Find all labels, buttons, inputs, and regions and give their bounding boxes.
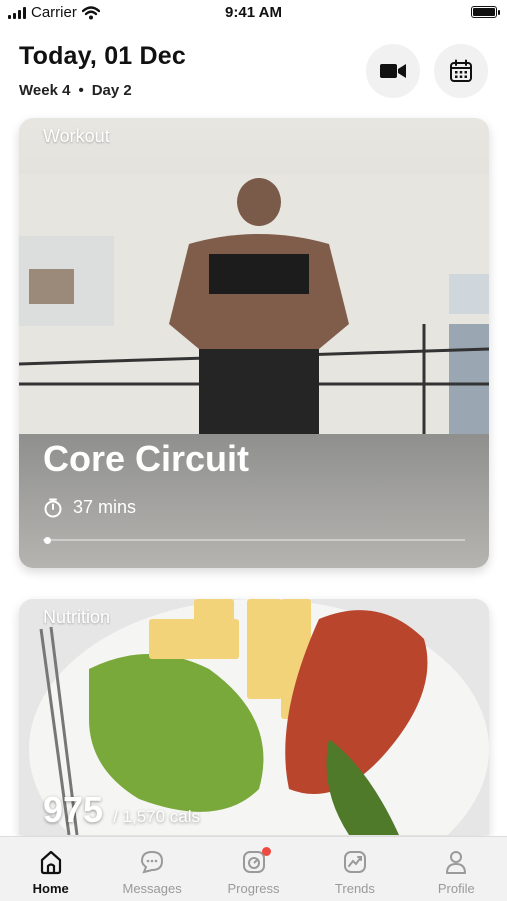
week-day-subtitle: Week 4 • Day 2 [19,82,132,99]
calories-target: / 1,570 cals [113,807,201,826]
tab-messages[interactable]: Messages [101,837,202,901]
status-bar: Carrier 9:41 AM [0,0,507,26]
calendar-icon [450,59,472,82]
battery-icon [471,6,500,18]
tab-label: Home [32,881,69,896]
tab-label: Progress [227,881,280,896]
workout-label: Workout [43,126,110,146]
workout-duration: 37 mins [43,497,136,518]
nutrition-card[interactable]: Nutrition 975 / 1,570 cals [19,599,489,835]
workout-photo [19,174,489,434]
tab-label: Trends [334,881,375,896]
messages-icon [141,850,164,874]
tab-bar: Home Messages Progress Trends Profile [0,836,507,901]
video-camera-icon [380,64,406,78]
header: Today, 01 Dec Week 4 • Day 2 [0,30,507,110]
tab-home[interactable]: Home [0,837,101,901]
calendar-button[interactable] [434,44,488,98]
progress-track [43,539,465,541]
week-label: Week 4 [19,82,71,99]
trends-icon [343,851,366,873]
tab-label: Profile [437,881,475,896]
workout-title: Core Circuit [43,438,250,479]
calorie-summary: 975 / 1,570 cals [43,789,200,831]
nutrition-label: Nutrition [43,607,111,627]
notification-badge [261,847,271,856]
progress-knob[interactable] [44,537,51,544]
tab-label: Messages [122,881,182,896]
video-button[interactable] [366,44,420,98]
tab-progress[interactable]: Progress [203,837,304,901]
profile-icon [446,851,467,874]
tab-trends[interactable]: Trends [304,837,405,901]
calories-consumed: 975 [43,789,104,830]
tab-profile[interactable]: Profile [406,837,507,901]
status-time: 9:41 AM [225,4,282,21]
day-label: Day 2 [91,82,132,99]
workout-card[interactable]: Workout Core Circuit 37 mins [19,118,489,568]
home-icon [40,850,61,875]
separator-dot: • [78,82,84,99]
page-title: Today, 01 Dec [19,42,187,70]
stopwatch-icon [44,498,62,517]
duration-text: 37 mins [73,497,137,517]
